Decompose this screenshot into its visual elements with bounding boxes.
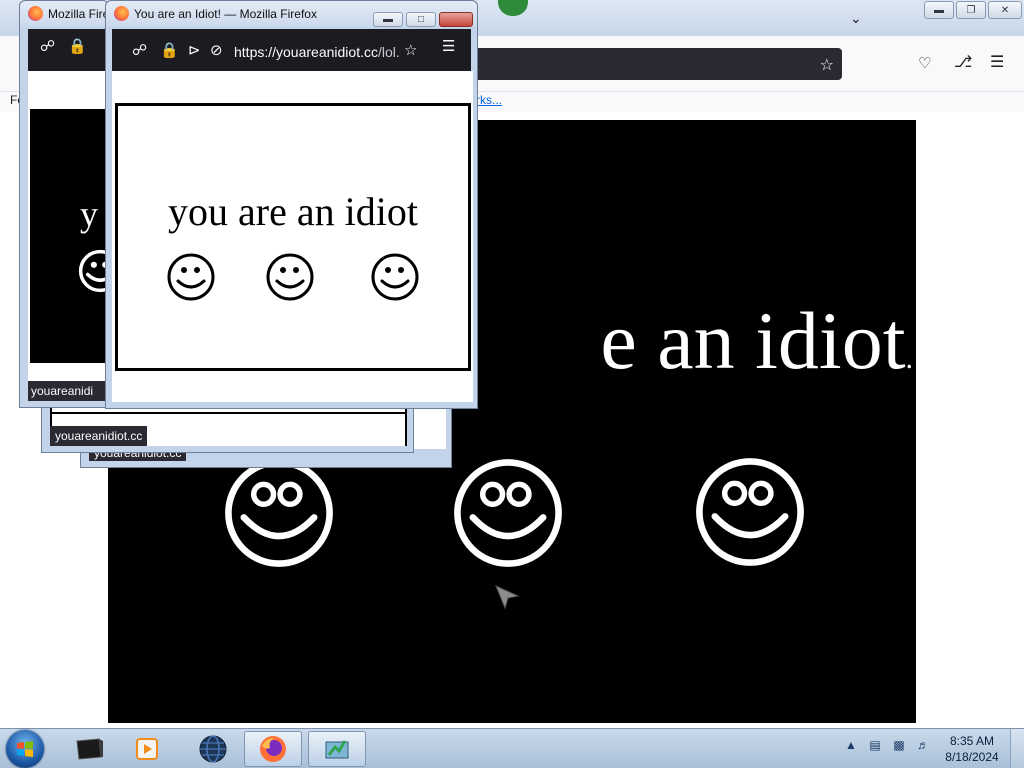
clock[interactable]: 8:35 AM 8/18/2024	[940, 733, 1004, 765]
bookmark-star-icon[interactable]: ☆	[404, 43, 417, 58]
minimize-button[interactable]: ▬	[924, 1, 954, 19]
lock-icon[interactable]: 🔒	[160, 43, 179, 58]
shield-icon[interactable]: ☍	[40, 39, 55, 54]
taskbar-media-player[interactable]	[118, 731, 176, 767]
shield-icon[interactable]: ☍	[132, 43, 147, 58]
clock-date: 8/18/2024	[945, 750, 999, 764]
permissions-icon[interactable]: ⊳	[188, 43, 201, 58]
app-menu-icon[interactable]: ☰	[442, 39, 455, 54]
taskbar-app-window[interactable]	[308, 731, 366, 767]
app-window-icon	[325, 740, 349, 759]
page-heading: y	[80, 194, 98, 234]
popup-title: Mozilla Firef	[48, 7, 113, 21]
popup-title: You are an Idiot! — Mozilla Firefox	[134, 7, 317, 21]
display-icon[interactable]: ▩	[891, 737, 907, 753]
smiley-face-icon	[225, 459, 333, 567]
url-path: /lol.	[377, 44, 400, 60]
close-button[interactable]	[439, 12, 473, 27]
page-heading-tail: .	[905, 342, 914, 375]
mouse-cursor-icon	[495, 585, 520, 610]
content-border	[52, 412, 407, 414]
show-hidden-icons-icon[interactable]: ▲	[843, 737, 859, 753]
close-button[interactable]: ✕	[988, 1, 1022, 19]
taskbar: ▲ ▤ ▩ ♬ 8:35 AM 8/18/2024	[0, 728, 1024, 768]
taskbar-browser[interactable]	[184, 731, 242, 767]
taskbar-terminal[interactable]	[60, 731, 118, 767]
status-url-tooltip: youareanidi	[28, 381, 110, 401]
clock-time: 8:35 AM	[949, 734, 995, 748]
idiot-page-content: you are an idiot	[115, 103, 471, 371]
autoplay-blocked-icon[interactable]: ⊘	[210, 43, 223, 58]
popup-titlebar[interactable]: Mozilla Firef	[20, 1, 113, 27]
url-bar[interactable]: ☍ 🔒 ⊳ ⊘ https://youareanidiot.cc/lol. ☆	[118, 33, 428, 67]
popup-toolbar: ☍ 🔒	[28, 29, 108, 71]
minimize-button[interactable]: ▬	[373, 12, 403, 27]
volume-icon[interactable]: ♬	[915, 737, 931, 753]
system-tray: ▲ ▤ ▩ ♬	[843, 737, 931, 753]
popup-window-front[interactable]: You are an Idiot! — Mozilla Firefox ▬ □ …	[105, 0, 478, 409]
popup-body: you are an idiot	[112, 71, 473, 402]
other-bookmarks-link[interactable]: rks...	[476, 93, 502, 107]
app-menu-icon[interactable]: ☰	[990, 52, 1004, 72]
network-icon[interactable]: ▤	[867, 737, 883, 753]
status-url-tooltip: youareanidiot.cc	[50, 426, 148, 446]
smiley-face-icon	[696, 458, 804, 566]
popup-toolbar: ☍ 🔒 ⊳ ⊘ https://youareanidiot.cc/lol. ☆ …	[112, 29, 471, 71]
lock-icon[interactable]: 🔒	[68, 39, 87, 54]
popup-body: y youareanidi	[28, 71, 110, 401]
start-button[interactable]	[6, 730, 44, 768]
maximize-button[interactable]: □	[406, 12, 436, 27]
media-player-icon	[136, 738, 158, 760]
pocket-icon[interactable]: ♡	[918, 54, 931, 72]
page-heading-text: e an idiot	[600, 295, 906, 386]
smiley-face-icon	[371, 253, 419, 301]
restore-button[interactable]: ❐	[956, 1, 986, 19]
smiley-face-icon	[167, 253, 215, 301]
list-all-tabs-icon[interactable]: ⌄	[850, 10, 862, 27]
firefox-icon	[28, 6, 43, 21]
globe-icon	[199, 735, 227, 763]
url-text[interactable]: https://youareanidiot.cc/lol.	[234, 44, 402, 60]
windows-logo-icon	[17, 741, 33, 757]
page-heading: you are an idiot	[168, 189, 418, 234]
show-desktop-button[interactable]	[1010, 729, 1024, 768]
taskbar-firefox[interactable]	[244, 731, 302, 767]
firefox-icon	[114, 6, 129, 21]
tab-decoration	[498, 0, 528, 16]
url-bar[interactable]: ☆	[470, 48, 842, 80]
smiley-face-icon	[454, 459, 562, 567]
window-caption-buttons: ▬ ❐ ✕	[924, 1, 1022, 19]
bookmark-star-icon[interactable]: ☆	[820, 55, 834, 75]
firefox-icon	[260, 736, 286, 762]
popup-window-left[interactable]: Mozilla Firef ☍ 🔒 y youareanidi	[19, 0, 113, 408]
smiley-face-icon	[266, 253, 314, 301]
idiot-page-content: y	[30, 109, 110, 363]
url-host: https://youareanidiot.cc	[234, 44, 378, 60]
terminal-icon	[76, 738, 103, 760]
extensions-icon[interactable]: ⎇	[954, 52, 972, 72]
